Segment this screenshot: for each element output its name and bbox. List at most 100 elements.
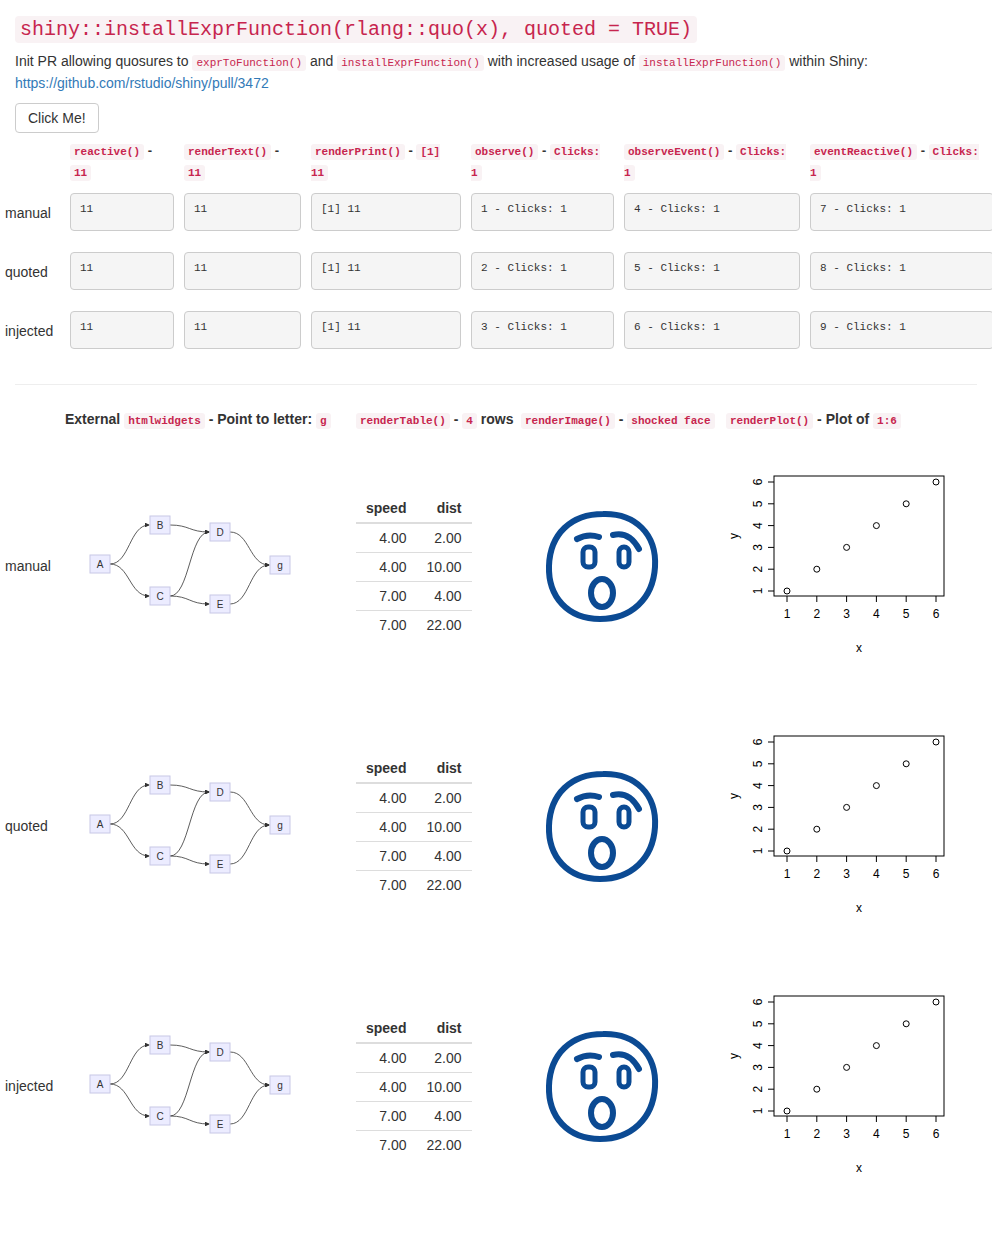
data-table: speeddist4.002.004.0010.007.004.007.0022… — [356, 1014, 472, 1159]
face-outline — [549, 773, 655, 878]
node-label: C — [156, 1110, 163, 1121]
separator — [15, 384, 977, 385]
column-header: observe() - Clicks: 1 — [471, 141, 614, 183]
code-snippet: 1:6 — [873, 413, 901, 429]
code-snippet: reactive() — [70, 144, 144, 160]
header-text: and — [306, 53, 337, 69]
y-tick — [768, 807, 774, 808]
node-label: A — [97, 558, 104, 569]
image-cell — [521, 436, 721, 696]
y-axis-label: y — [727, 533, 741, 539]
code-snippet: renderPrint() — [311, 144, 405, 160]
graph-edge — [230, 532, 269, 565]
graph-edge — [110, 1084, 149, 1116]
y-tick-label: 4 — [751, 782, 765, 789]
plot-point — [873, 783, 879, 789]
row-label: manual — [5, 436, 60, 696]
table-row: 4.002.00 — [356, 523, 472, 553]
header-text: External — [65, 411, 124, 427]
code-snippet: renderText() — [184, 144, 271, 160]
x-tick-label: 1 — [784, 607, 791, 621]
output-box: [1] 11 — [311, 311, 461, 349]
y-tick-label: 4 — [751, 522, 765, 529]
face-outline — [549, 1033, 655, 1138]
header-text: rows — [477, 411, 514, 427]
graph-edge — [170, 1045, 209, 1052]
plot-point — [814, 566, 820, 572]
table-header-row: speeddist — [356, 494, 472, 523]
flow-diagram: ABCDEg — [65, 1024, 325, 1149]
y-tick-label: 3 — [751, 804, 765, 811]
code-snippet: observeEvent() — [624, 144, 724, 160]
y-tick-label: 2 — [751, 826, 765, 833]
row-label: quoted — [5, 696, 60, 956]
x-tick — [846, 1116, 847, 1122]
graph-edge — [110, 824, 149, 856]
graph-edge — [170, 1052, 209, 1116]
table-cell-value: 4.00 — [356, 1072, 416, 1101]
y-tick-label: 1 — [751, 1107, 765, 1114]
graph-edge — [230, 1052, 269, 1085]
graph-node — [150, 847, 170, 865]
graph-edge — [230, 1085, 269, 1124]
y-tick — [768, 785, 774, 786]
x-tick — [876, 1116, 877, 1122]
plot-point — [844, 804, 850, 810]
row-label: manual — [5, 205, 60, 221]
y-tick-label: 5 — [751, 1020, 765, 1027]
y-tick-label: 5 — [751, 760, 765, 767]
data-table: speeddist4.002.004.0010.007.004.007.0022… — [356, 494, 472, 639]
code-snippet: exprToFunction() — [192, 55, 306, 71]
plot-point — [814, 826, 820, 832]
column-header: renderImage() - shocked face — [521, 405, 721, 436]
image-cell — [521, 956, 721, 1216]
y-tick — [768, 1002, 774, 1003]
table-cell-value: 7.00 — [356, 841, 416, 870]
plot-point — [784, 848, 790, 854]
table-cell-value: 4.00 — [356, 812, 416, 841]
header-text: - — [450, 411, 462, 427]
table-cell-value: 4.00 — [356, 552, 416, 581]
y-tick-label: 1 — [751, 847, 765, 854]
table-header-row: speeddist — [356, 1014, 472, 1043]
graph-node — [90, 1075, 110, 1093]
output-box: 9 - Clicks: 1 — [810, 311, 992, 349]
node-label: g — [277, 559, 283, 570]
x-tick-label: 6 — [933, 607, 940, 621]
table-cell-value: 22.00 — [416, 610, 471, 639]
code-snippet: shocked face — [627, 413, 714, 429]
graph-cell: ABCDEg — [65, 436, 351, 696]
code-snippet: observe() — [471, 144, 538, 160]
pr-link[interactable]: https://github.com/rstudio/shiny/pull/34… — [15, 75, 269, 91]
plot-box — [774, 476, 944, 596]
table-row: 7.004.00 — [356, 1101, 472, 1130]
y-tick-label: 4 — [751, 1042, 765, 1049]
y-tick-label: 6 — [751, 738, 765, 745]
graph-node — [210, 523, 230, 541]
graph-node — [210, 1115, 230, 1133]
plot-point — [844, 544, 850, 550]
y-tick — [768, 547, 774, 548]
table-cell-value: 4.00 — [416, 1101, 471, 1130]
header-text: - — [724, 143, 736, 158]
y-tick — [768, 1089, 774, 1090]
click-me-button[interactable]: Click Me! — [15, 103, 99, 133]
table-cell-value: 2.00 — [416, 1043, 471, 1073]
y-tick-label: 2 — [751, 566, 765, 573]
table-cell-value: 7.00 — [356, 1130, 416, 1159]
table-header: speed — [356, 494, 416, 523]
graph-edge — [110, 785, 149, 824]
node-label: D — [216, 1046, 223, 1057]
x-tick — [936, 1116, 937, 1122]
y-tick — [768, 829, 774, 830]
left-eye — [583, 807, 595, 827]
row-label: injected — [5, 956, 60, 1216]
y-tick — [768, 482, 774, 483]
graph-node — [90, 555, 110, 573]
header-text: within Shiny: — [785, 53, 867, 69]
table-cell-value: 7.00 — [356, 610, 416, 639]
plot-point — [933, 999, 939, 1005]
node-label: B — [157, 779, 164, 790]
table-header: speed — [356, 1014, 416, 1043]
x-tick — [846, 856, 847, 862]
